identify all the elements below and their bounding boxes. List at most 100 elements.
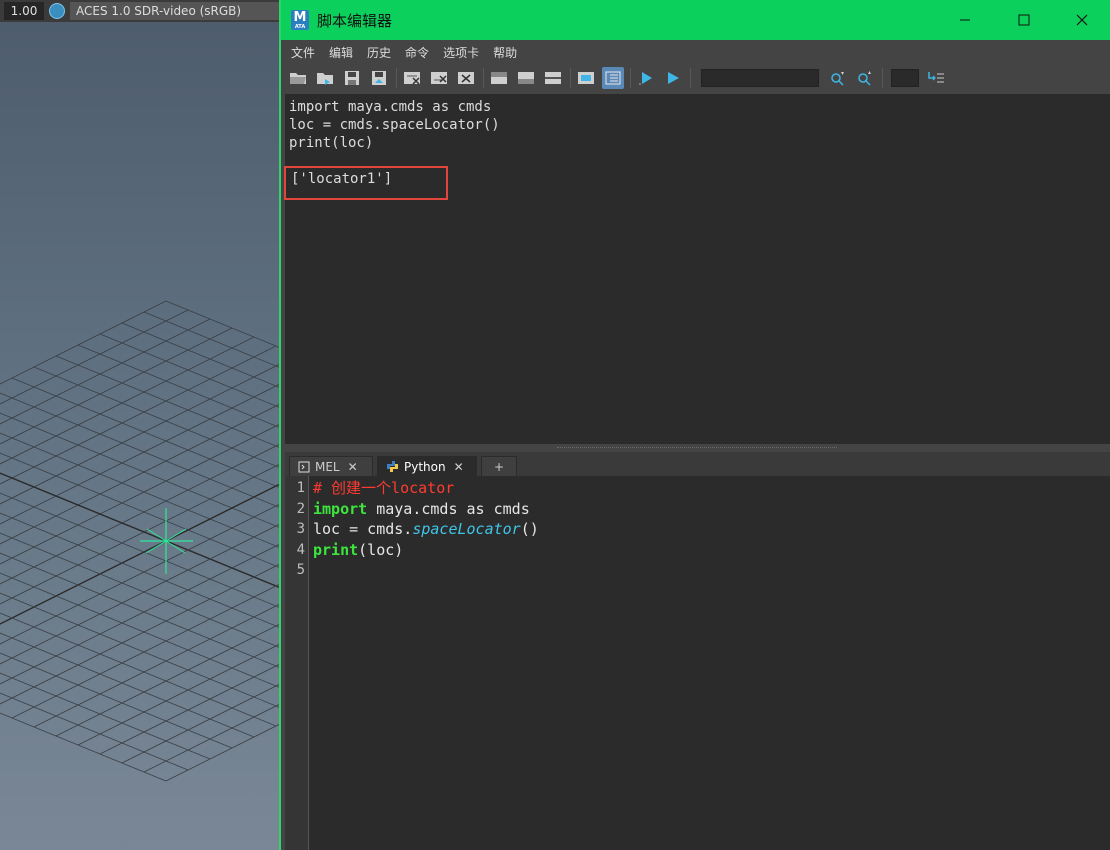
history-line: print(loc)	[289, 135, 374, 151]
clear-history-icon	[404, 72, 420, 85]
line-number: 2	[296, 500, 305, 517]
save-icon	[345, 71, 359, 85]
menu-edit[interactable]: 编辑	[329, 44, 353, 61]
minimize-icon	[960, 19, 970, 21]
code-comment: # 创建一个locator	[313, 479, 455, 497]
search-down-icon	[831, 72, 844, 86]
code-line: import maya.cmds as cmds	[313, 499, 539, 520]
splitter-grip	[557, 447, 837, 449]
close-tab-icon[interactable]: ✕	[348, 460, 358, 474]
code-keyword: print	[313, 540, 359, 559]
toolbar-separator	[630, 68, 631, 88]
toolbar-separator	[690, 68, 691, 88]
toolbar-separator	[570, 68, 571, 88]
menu-command[interactable]: 命令	[405, 44, 429, 61]
code-line: print(loc)	[313, 540, 539, 561]
execute-button[interactable]	[662, 67, 684, 89]
code-line: # 创建一个locator	[313, 478, 539, 499]
search-up-icon	[858, 71, 871, 86]
show-history-button[interactable]	[488, 67, 510, 89]
locator-icon	[140, 508, 193, 574]
panel-splitter[interactable]	[285, 444, 1110, 452]
history-result: ['locator1']	[291, 171, 393, 187]
tab-label: MEL	[315, 459, 340, 474]
viewport-panel[interactable]: 1.00 ACES 1.0 SDR-video (sRGB)	[0, 0, 280, 850]
toolbar-separator	[396, 68, 397, 88]
clear-input-button[interactable]	[428, 67, 450, 89]
search-next-button[interactable]	[827, 67, 849, 89]
script-editor-window: M ATA 脚本编辑器 文件 编辑 历史 命令 选项卡 帮助 import ma…	[279, 0, 1110, 850]
code-text: ()	[520, 520, 539, 538]
close-button[interactable]	[1053, 0, 1110, 40]
save-script-to-shelf-button[interactable]	[368, 67, 390, 89]
code-line: loc = cmds.spaceLocator()	[313, 519, 539, 540]
tab-label: Python	[404, 459, 446, 474]
code-keyword: import	[313, 499, 368, 518]
menu-file[interactable]: 文件	[291, 44, 315, 61]
open-script-button[interactable]	[287, 67, 309, 89]
tab-bar: MEL ✕ Python ✕ +	[285, 452, 1110, 476]
tab-mel[interactable]: MEL ✕	[289, 456, 373, 476]
close-icon	[1076, 14, 1088, 26]
close-tab-icon[interactable]: ✕	[454, 460, 464, 474]
goto-line-field[interactable]	[891, 69, 919, 87]
script-input-editor[interactable]: 1 2 3 4 5 # 创建一个locator import maya.cmds…	[285, 476, 1110, 850]
source-script-button[interactable]	[314, 67, 336, 89]
gamma-field[interactable]: 1.00	[4, 2, 44, 20]
code-area[interactable]: # 创建一个locator import maya.cmds as cmds l…	[313, 478, 539, 581]
add-tab-label: +	[493, 459, 505, 474]
line-number: 5	[296, 562, 305, 578]
line-numbers-icon	[605, 71, 621, 85]
line-number: 4	[296, 541, 305, 558]
search-field[interactable]	[701, 69, 819, 87]
code-text: (loc)	[358, 540, 404, 559]
menu-help[interactable]: 帮助	[493, 44, 517, 61]
save-to-shelf-icon	[372, 71, 386, 85]
clear-all-button[interactable]	[455, 67, 477, 89]
source-script-icon	[317, 73, 333, 85]
goto-line-button[interactable]	[925, 67, 947, 89]
show-history-icon	[491, 72, 507, 84]
maya-icon: M ATA	[291, 10, 309, 30]
history-line: loc = cmds.spaceLocator()	[289, 117, 500, 133]
maximize-button[interactable]	[995, 0, 1053, 40]
maximize-icon	[1018, 14, 1030, 26]
python-icon	[387, 461, 398, 472]
toolbar-separator	[483, 68, 484, 88]
toolbar	[281, 64, 1110, 92]
clear-input-icon	[431, 72, 447, 84]
save-script-button[interactable]	[341, 67, 363, 89]
open-folder-icon	[290, 73, 306, 84]
viewport-toolbar: 1.00 ACES 1.0 SDR-video (sRGB)	[0, 0, 280, 22]
show-input-button[interactable]	[515, 67, 537, 89]
window-title: 脚本编辑器	[317, 11, 393, 30]
show-both-button[interactable]	[542, 67, 564, 89]
show-input-icon	[518, 72, 534, 84]
history-line: import maya.cmds as cmds	[289, 99, 492, 115]
tab-python[interactable]: Python ✕	[377, 456, 477, 476]
echo-commands-icon	[578, 72, 594, 84]
line-number: 3	[296, 521, 305, 537]
code-function: spaceLocator	[412, 520, 521, 538]
minimize-button[interactable]	[936, 0, 994, 40]
search-prev-button[interactable]	[854, 67, 876, 89]
menu-history[interactable]: 历史	[367, 44, 391, 61]
color-management-icon[interactable]	[49, 3, 65, 19]
code-text: loc = cmds.	[313, 520, 413, 538]
mel-icon	[298, 461, 310, 472]
line-numbers-button[interactable]	[602, 67, 624, 89]
menu-tabs[interactable]: 选项卡	[443, 44, 479, 61]
line-number: 1	[296, 480, 305, 496]
color-space-dropdown[interactable]: ACES 1.0 SDR-video (sRGB)	[70, 2, 280, 20]
add-tab-button[interactable]: +	[481, 456, 517, 476]
clear-all-icon	[458, 72, 474, 84]
title-bar[interactable]: M ATA 脚本编辑器	[281, 0, 1110, 40]
echo-all-commands-button[interactable]	[575, 67, 597, 89]
history-output[interactable]: import maya.cmds as cmds loc = cmds.spac…	[284, 94, 1110, 444]
execute-all-button[interactable]	[635, 67, 657, 89]
play-icon	[668, 72, 679, 84]
show-both-icon	[545, 72, 561, 84]
menu-bar: 文件 编辑 历史 命令 选项卡 帮助	[281, 40, 1110, 64]
clear-history-button[interactable]	[401, 67, 423, 89]
